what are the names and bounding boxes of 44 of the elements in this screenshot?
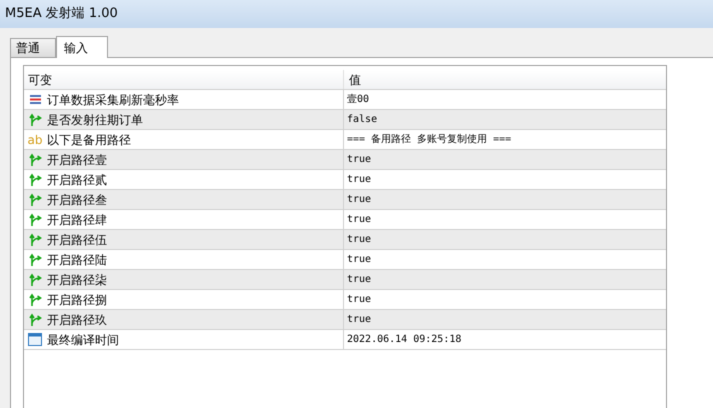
branch-arrows-icon [28,173,42,186]
parameter-value[interactable]: true [347,172,372,187]
branch-arrows-icon [28,253,42,266]
branch-arrows-icon [28,153,42,166]
ab-icon: ab [28,134,42,146]
branch-arrows-icon [28,293,42,306]
parameter-value[interactable]: true [347,312,372,327]
window-title: M5EA 发射端 1.00 [5,5,118,24]
parameter-value[interactable]: true [347,292,372,307]
parameter-value[interactable]: true [347,212,372,227]
branch-arrows-icon [28,113,42,126]
parameter-value[interactable]: false [347,112,378,127]
parameter-value[interactable]: true [347,232,372,247]
parameter-name: 开启路径柒 [47,272,107,288]
parameter-name: 开启路径玖 [47,312,107,328]
parameter-value[interactable]: true [347,152,372,167]
branch-arrows-icon [28,273,42,286]
parameter-name: 最终编译时间 [47,332,119,348]
parameter-name: 开启路径叁 [47,192,107,208]
parameter-name: 是否发射往期订单 [47,112,143,128]
branch-arrows-icon [28,233,42,246]
column-header: 可变 [28,72,52,88]
parameter-name: 开启路径壹 [47,152,107,168]
calendar-icon [28,333,42,346]
branch-arrows-icon [28,193,42,206]
parameter-name: 开启路径肆 [47,212,107,228]
column-header: 值 [349,72,361,88]
parameter-value[interactable]: 2022.06.14 09:25:18 [347,332,462,347]
branch-arrows-icon [28,313,42,326]
parameter-name: 开启路径陆 [47,252,107,268]
parameter-name: 开启路径捌 [47,292,107,308]
tab[interactable]: 输入 [56,36,108,58]
tab[interactable]: 普通 [10,38,56,57]
parameter-name: 订单数据采集刷新毫秒率 [47,92,179,108]
parameter-name: 开启路径伍 [47,232,107,248]
parameter-value[interactable]: === 备用路径 多账号复制使用 === [347,132,512,147]
branch-arrows-icon [28,213,42,226]
lines-icon [30,95,40,104]
parameter-name: 以下是备用路径 [47,132,131,148]
parameter-value[interactable]: 壹00 [347,92,370,107]
parameter-name: 开启路径贰 [47,172,107,188]
parameter-value[interactable]: true [347,272,372,287]
parameter-value[interactable]: true [347,252,372,267]
parameter-value[interactable]: true [347,192,372,207]
